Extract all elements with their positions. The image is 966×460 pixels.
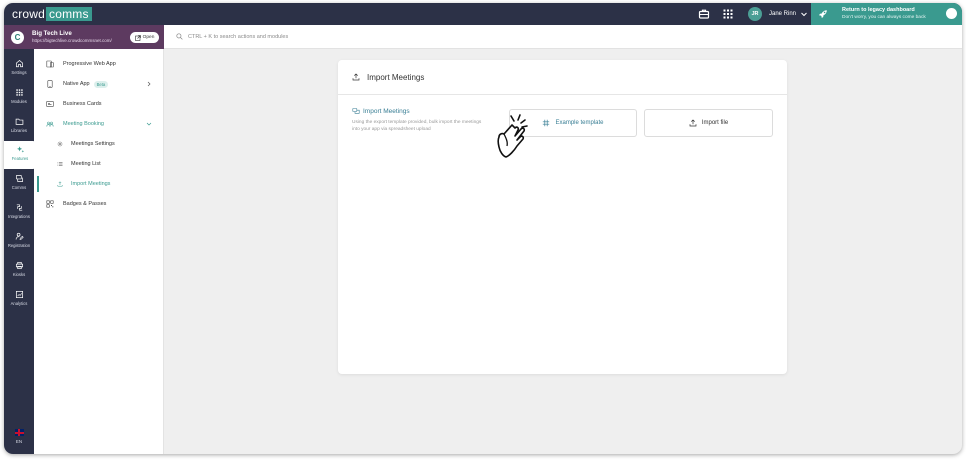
menu-item-meeting-list[interactable]: Meeting List (34, 155, 164, 173)
open-event-button[interactable]: Open (130, 32, 159, 43)
grid-icon[interactable] (722, 8, 734, 20)
table-icon (543, 119, 550, 127)
chevron-down-icon (801, 12, 807, 17)
integration-icon (16, 204, 22, 211)
people-icon (46, 121, 54, 127)
event-logo: C (11, 31, 24, 44)
qr-icon (46, 200, 54, 208)
crowdcomms-logo[interactable]: crowd comms (12, 6, 92, 21)
beta-badge: Beta (93, 80, 109, 88)
meetings-icon (352, 108, 360, 114)
pwa-icon (46, 60, 54, 68)
language-selector[interactable]: EN (4, 429, 34, 451)
import-meetings-card: Import Meetings Import Meetings Using th… (338, 60, 787, 374)
menu-item-import-meetings[interactable]: Import Meetings (34, 175, 164, 193)
chat-icon (15, 174, 23, 182)
external-link-icon (134, 34, 141, 41)
gear-icon (57, 141, 63, 147)
card-header: Import Meetings (338, 60, 787, 95)
nav-kiosks[interactable]: Kiosks (4, 257, 34, 285)
user-name: Jane Rinn (769, 11, 797, 17)
section-description: Using the export template provided, bulk… (352, 120, 482, 132)
sparkle-icon (16, 146, 24, 153)
menu-item-meetings-settings[interactable]: Meetings Settings (34, 135, 164, 153)
import-file-button[interactable]: Import file (644, 109, 773, 137)
primary-nav: Settings Modules Libraries Features Comm… (4, 49, 36, 454)
nav-comms[interactable]: Comms (4, 170, 34, 198)
search-bar (164, 25, 962, 49)
nav-features[interactable]: Features (4, 141, 36, 169)
user-menu[interactable]: JR Jane Rinn (748, 6, 808, 22)
event-selector[interactable]: C Big Tech Live https://bigtechlive.crow… (4, 25, 164, 49)
upload-icon (57, 181, 63, 187)
analytics-icon (15, 290, 23, 299)
folder-icon (15, 118, 23, 125)
nav-integrations[interactable]: Integrations (4, 199, 34, 227)
search-input[interactable] (188, 33, 488, 40)
upload-icon (352, 73, 360, 81)
top-bar: crowd comms JR Jane Rinn Return to legacy… (4, 3, 962, 25)
user-edit-icon (15, 232, 24, 240)
chevron-down-icon (146, 122, 152, 126)
page-title: Import Meetings (367, 72, 425, 82)
return-to-legacy-banner[interactable]: Return to legacy dashboard Don't worry, … (811, 3, 962, 25)
menu-item-pwa[interactable]: Progressive Web App (34, 55, 164, 73)
nav-libraries[interactable]: Libraries (4, 113, 34, 141)
menu-item-badges-passes[interactable]: Badges & Passes (34, 195, 164, 213)
upload-icon (689, 119, 697, 127)
menu-item-business-cards[interactable]: Business Cards (34, 95, 164, 113)
hand-pointer-icon (497, 114, 528, 158)
nav-settings[interactable]: Settings (4, 55, 34, 83)
active-indicator (37, 176, 39, 192)
mobile-icon (47, 80, 53, 88)
event-url: https://bigtechlive.crowdcommsnet.com/ (32, 38, 112, 43)
legacy-toggle[interactable] (946, 8, 957, 19)
menu-item-native-app[interactable]: Native App Beta (34, 75, 164, 93)
grid-icon (15, 89, 23, 96)
search-icon (176, 33, 183, 40)
event-name: Big Tech Live (32, 30, 72, 37)
section-title: Import Meetings (352, 107, 410, 115)
nav-analytics[interactable]: Analytics (4, 286, 34, 314)
home-icon (15, 59, 23, 68)
nav-modules[interactable]: Modules (4, 84, 34, 112)
uk-flag-icon (14, 429, 24, 436)
nav-registration[interactable]: Registration (4, 228, 34, 256)
rocket-icon (819, 10, 827, 18)
printer-icon (15, 261, 23, 270)
briefcase-icon[interactable] (698, 8, 710, 20)
avatar: JR (748, 7, 762, 21)
list-icon (57, 162, 63, 166)
app-window: crowd comms JR Jane Rinn Return to legacy… (4, 3, 962, 454)
card-icon (46, 101, 54, 107)
features-menu: Progressive Web App Native App Beta Busi… (34, 49, 164, 454)
chevron-right-icon (147, 81, 151, 87)
menu-item-meeting-booking[interactable]: Meeting Booking (34, 115, 164, 133)
